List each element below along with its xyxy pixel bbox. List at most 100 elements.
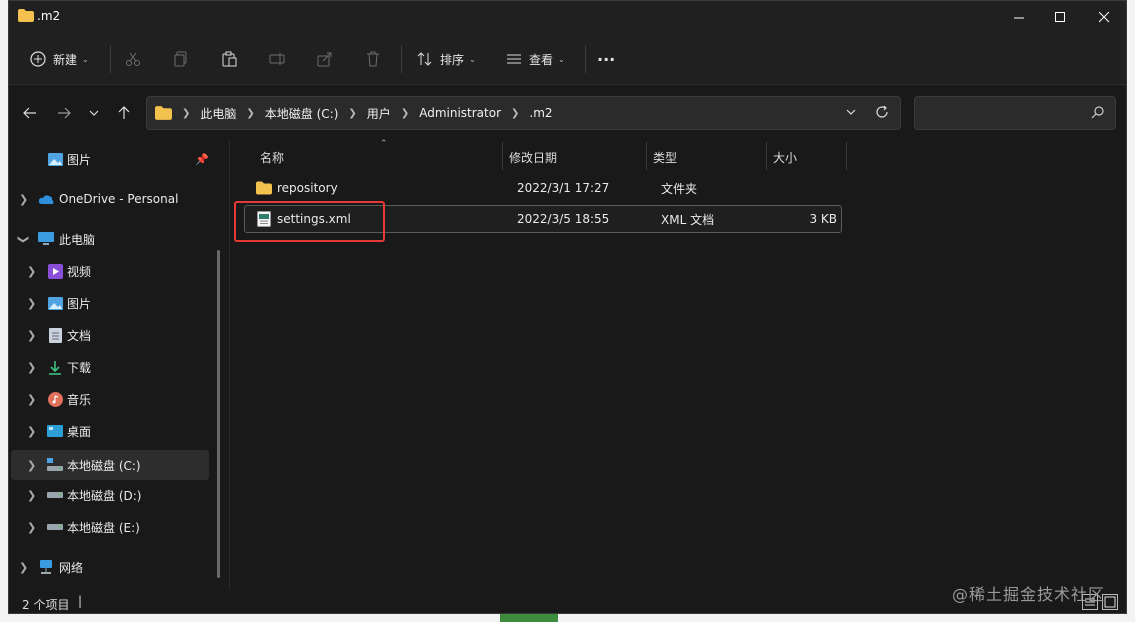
copy-button[interactable] [170, 47, 192, 71]
view-button[interactable]: 查看 ⌄ [503, 47, 565, 71]
close-button[interactable] [1081, 1, 1126, 33]
chevron-right-icon: ❯ [246, 107, 255, 119]
up-button[interactable] [113, 102, 135, 124]
chevron-down-icon [89, 110, 99, 116]
file-row[interactable]: repository 2022/3/1 17:27 文件夹 [244, 174, 842, 202]
chevron-right-icon[interactable]: ❯ [19, 193, 28, 206]
column-header-type[interactable]: 类型 [653, 144, 677, 170]
chevron-right-icon[interactable]: ❯ [27, 459, 36, 472]
thumbnail-view-icon [1104, 596, 1116, 608]
nav-item-drive-d[interactable]: ❯ 本地磁盘 (D:) [9, 480, 211, 510]
window-title: .m2 [37, 9, 61, 23]
nav-item-this-pc[interactable]: ❯ 此电脑 [9, 224, 211, 254]
address-history-button[interactable] [845, 106, 857, 121]
column-header-size[interactable]: 大小 [773, 144, 797, 170]
address-bar[interactable]: ❯ 此电脑 ❯ 本地磁盘 (C:) ❯ 用户 ❯ Administrator ❯… [146, 96, 901, 130]
chevron-down-icon [846, 109, 856, 115]
chevron-right-icon[interactable]: ❯ [27, 521, 36, 534]
new-button[interactable]: 新建 ⌄ [27, 47, 89, 71]
crumb-this-pc[interactable]: 此电脑 [200, 105, 236, 122]
chevron-right-icon[interactable]: ❯ [27, 329, 36, 342]
nav-label: 本地磁盘 (C:) [67, 458, 141, 473]
nav-item-pictures[interactable]: ❯ 图片 [9, 288, 211, 318]
minimize-icon [1013, 17, 1024, 18]
nav-item-onedrive[interactable]: ❯ OneDrive - Personal [9, 184, 211, 214]
background-strip [0, 614, 1135, 622]
close-icon [1098, 11, 1109, 22]
chevron-right-icon[interactable]: ❯ [27, 265, 36, 278]
forward-button[interactable] [53, 102, 75, 124]
trash-icon [362, 48, 384, 70]
column-divider[interactable] [846, 142, 847, 170]
nav-item-music[interactable]: ❯ 音乐 [9, 384, 211, 414]
nav-label: 桌面 [67, 424, 92, 439]
watermark: @稀土掘金技术社区 [952, 585, 1106, 604]
minimize-button[interactable] [996, 1, 1042, 33]
column-divider[interactable] [646, 142, 647, 170]
share-button[interactable] [314, 47, 336, 71]
chevron-right-icon: ❯ [511, 107, 520, 119]
paste-button[interactable] [218, 47, 240, 71]
scrollbar[interactable] [217, 250, 220, 578]
nav-item-pictures-quick[interactable]: 图片 📌 [9, 144, 211, 174]
divider [110, 45, 111, 73]
document-icon [47, 327, 63, 343]
crumb-m2[interactable]: .m2 [529, 106, 552, 120]
search-input[interactable] [914, 96, 1116, 130]
nav-item-network[interactable]: ❯ 网络 [9, 552, 211, 582]
title-bar: .m2 [9, 1, 1126, 33]
sort-button[interactable]: 排序 ⌄ [414, 47, 476, 71]
item-count: 2 个项目 [22, 598, 70, 612]
arrow-left-icon [23, 107, 36, 119]
nav-item-downloads[interactable]: ❯ 下载 [9, 352, 211, 382]
chevron-right-icon[interactable]: ❯ [27, 489, 36, 502]
crumb-administrator[interactable]: Administrator [419, 106, 501, 120]
pin-icon[interactable]: 📌 [195, 153, 209, 166]
chevron-right-icon[interactable]: ❯ [27, 361, 36, 374]
status-caret: | [78, 594, 83, 608]
back-button[interactable] [19, 102, 41, 124]
rename-button[interactable] [266, 47, 288, 71]
copy-icon [170, 48, 192, 70]
nav-item-videos[interactable]: ❯ 视频 [9, 256, 211, 286]
chevron-right-icon[interactable]: ❯ [27, 393, 36, 406]
crumb-users[interactable]: 用户 [367, 105, 391, 122]
more-icon: ··· [597, 49, 616, 69]
chevron-right-icon: ❯ [182, 107, 191, 119]
chevron-right-icon[interactable]: ❯ [27, 297, 36, 310]
arrow-right-icon [58, 107, 71, 119]
divider [401, 45, 402, 73]
nav-label: 此电脑 [59, 232, 96, 247]
nav-label: 视频 [67, 264, 92, 279]
nav-item-documents[interactable]: ❯ 文档 [9, 320, 211, 350]
sort-label: 排序 [440, 52, 465, 67]
maximize-button[interactable] [1037, 1, 1083, 33]
column-label: 名称 [260, 150, 285, 165]
column-label: 类型 [653, 150, 678, 165]
column-divider[interactable] [766, 142, 767, 170]
chevron-right-icon[interactable]: ❯ [27, 425, 36, 438]
sort-up-icon: ⌃ [380, 139, 388, 149]
folder-icon [18, 9, 34, 22]
column-header-modified[interactable]: 修改日期 [509, 144, 557, 170]
chevron-right-icon[interactable]: ❯ [19, 561, 28, 574]
column-header-name[interactable]: 名称 [260, 144, 284, 170]
command-bar: 新建 ⌄ 排序 ⌄ 查看 ⌄ ··· [9, 33, 1126, 85]
crumb-drive-c[interactable]: 本地磁盘 (C:) [265, 105, 339, 122]
clipboard-icon [218, 48, 240, 70]
nav-item-drive-c[interactable]: ❯ 本地磁盘 (C:) [11, 450, 209, 480]
column-divider[interactable] [502, 142, 503, 170]
nav-label: 本地磁盘 (E:) [67, 520, 140, 535]
chevron-down-icon[interactable]: ❯ [17, 234, 30, 243]
chevron-down-icon: ⌄ [469, 54, 476, 64]
column-label: 修改日期 [509, 150, 558, 165]
recent-locations-button[interactable] [83, 102, 105, 124]
search-icon [1091, 106, 1104, 122]
nav-label: OneDrive - Personal [59, 192, 179, 206]
nav-item-drive-e[interactable]: ❯ 本地磁盘 (E:) [9, 512, 211, 542]
delete-button[interactable] [362, 47, 384, 71]
nav-item-desktop[interactable]: ❯ 桌面 [9, 416, 211, 446]
more-options-button[interactable]: ··· [597, 47, 615, 71]
cut-button[interactable] [122, 47, 144, 71]
refresh-button[interactable] [875, 105, 889, 122]
